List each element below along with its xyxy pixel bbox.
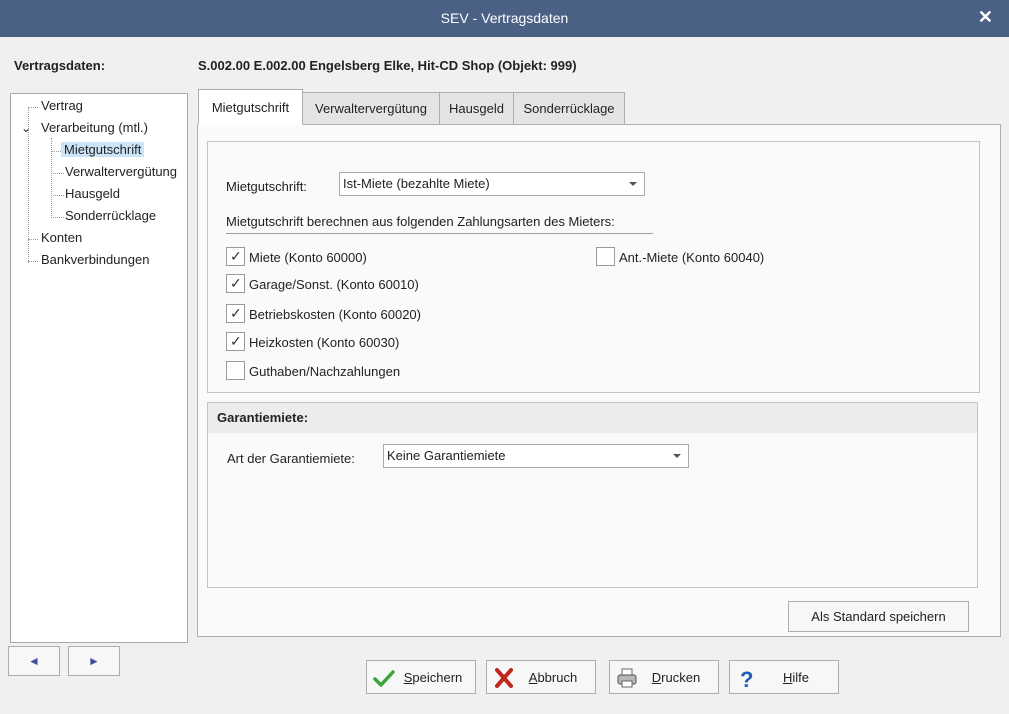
checkbox-miete-label: Miete (Konto 60000) (249, 250, 367, 265)
checkbox-miete[interactable]: ✓ (226, 247, 245, 266)
tab-verwalterverguetung[interactable]: Verwaltervergütung (302, 92, 440, 125)
tree-line (51, 173, 64, 174)
tab-mietgutschrift[interactable]: Mietgutschrift (198, 89, 303, 125)
cancel-label: Abbruch (528, 670, 578, 685)
checkbox-garage-label: Garage/Sonst. (Konto 60010) (249, 277, 419, 292)
check-icon: ✓ (230, 275, 242, 291)
previous-button[interactable]: ◄ (8, 646, 60, 676)
tree-line (51, 138, 52, 218)
checkbox-betriebskosten-label: Betriebskosten (Konto 60020) (249, 307, 421, 322)
navigation-tree: Vertrag ⌄ Verarbeitung (mtl.) Mietgutsch… (10, 93, 188, 643)
help-label: Hilfe (782, 670, 809, 685)
next-button[interactable]: ► (68, 646, 120, 676)
tree-line (51, 195, 64, 196)
checkbox-heizkosten[interactable]: ✓ (226, 332, 245, 351)
print-button[interactable]: Drucken (609, 660, 719, 694)
save-label: Speichern (403, 670, 463, 685)
heading-underline (226, 233, 653, 234)
checkbox-ant-miete-label: Ant.-Miete (Konto 60040) (619, 250, 765, 265)
print-label: Drucken (651, 670, 701, 685)
tab-hausgeld[interactable]: Hausgeld (439, 92, 514, 125)
tree-line (51, 217, 64, 218)
garantiemiete-value: Keine Garantiemiete (387, 448, 506, 463)
check-icon: ✓ (230, 333, 242, 349)
checkbox-guthaben[interactable] (226, 361, 245, 380)
mietgutschrift-label: Mietgutschrift: (226, 179, 307, 194)
checkbox-heizkosten-label: Heizkosten (Konto 60030) (249, 335, 400, 350)
mietgutschrift-value: Ist-Miete (bezahlte Miete) (343, 176, 490, 191)
garantiemiete-group: Garantiemiete: (207, 402, 978, 588)
checkbox-guthaben-label: Guthaben/Nachzahlungen (249, 364, 401, 379)
contract-header: S.002.00 E.002.00 Engelsberg Elke, Hit-C… (198, 58, 577, 73)
save-as-standard-button[interactable]: Als Standard speichern (788, 601, 969, 632)
chevron-down-icon[interactable]: ⌄ (21, 121, 31, 135)
tree-line (28, 239, 38, 240)
tree-item-hausgeld[interactable]: Hausgeld (65, 184, 120, 204)
mietgutschrift-select[interactable]: Ist-Miete (bezahlte Miete) (339, 172, 645, 196)
tree-line (51, 151, 61, 152)
tree-heading: Vertragsdaten: (14, 58, 106, 73)
save-button[interactable]: Speichern (366, 660, 476, 694)
title-bar: SEV - Vertragsdaten ✕ (0, 0, 1009, 37)
tree-item-mietgutschrift[interactable]: Mietgutschrift (61, 140, 145, 160)
tree-line (28, 107, 38, 108)
chevron-down-icon (629, 182, 637, 186)
cancel-button[interactable]: Abbruch (486, 660, 596, 694)
tab-sonderruecklage[interactable]: Sonderrücklage (513, 92, 625, 125)
zahlungsarten-heading: Mietgutschrift berechnen aus folgenden Z… (226, 214, 615, 229)
chevron-down-icon (673, 454, 681, 458)
help-button[interactable]: ? Hilfe (729, 660, 839, 694)
tree-item-verwalterverguetung[interactable]: Verwaltervergütung (65, 162, 177, 182)
tree-line (28, 261, 38, 262)
checkbox-ant-miete[interactable] (596, 247, 615, 266)
checkbox-garage[interactable]: ✓ (226, 274, 245, 293)
tree-item-verarbeitung[interactable]: Verarbeitung (mtl.) (41, 118, 148, 138)
tree-item-vertrag[interactable]: Vertrag (41, 96, 83, 116)
garantiemiete-label: Art der Garantiemiete: (227, 451, 355, 466)
check-icon: ✓ (230, 305, 242, 321)
checkbox-betriebskosten[interactable]: ✓ (226, 304, 245, 323)
check-icon: ✓ (230, 248, 242, 264)
tree-item-konten[interactable]: Konten (41, 228, 82, 248)
tree-item-sonderruecklage[interactable]: Sonderrücklage (65, 206, 156, 226)
garantiemiete-heading: Garantiemiete: (208, 403, 977, 433)
tree-item-bankverbindungen[interactable]: Bankverbindungen (41, 250, 149, 270)
garantiemiete-select[interactable]: Keine Garantiemiete (383, 444, 689, 468)
window-title: SEV - Vertragsdaten (440, 10, 569, 26)
close-icon[interactable]: ✕ (978, 7, 993, 28)
